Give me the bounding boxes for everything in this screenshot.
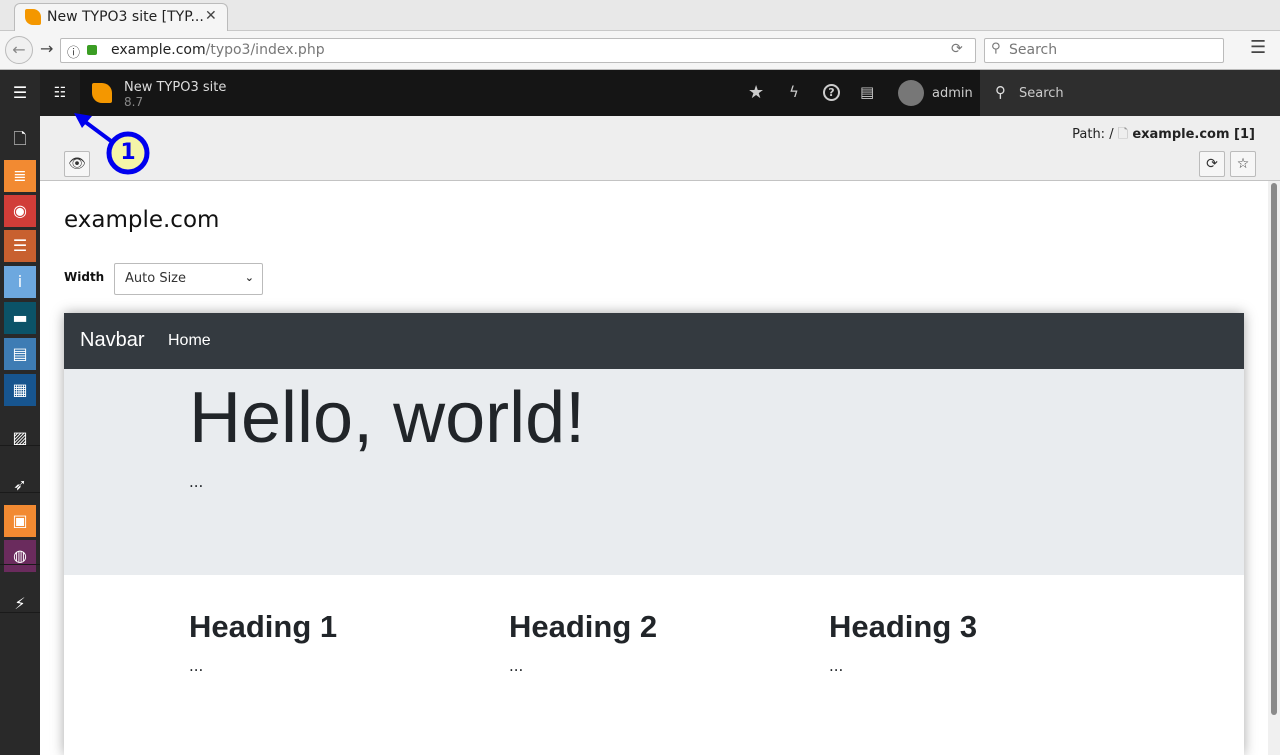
search-icon: ⚲ — [991, 41, 1001, 56]
page-preview-frame: Navbar Home Hello, world! ... Heading 1 … — [64, 313, 1244, 755]
browser-tab-bar: New TYPO3 site [TYP... ✕ — [0, 0, 1280, 32]
breadcrumb: Path: / 🗋 example.com [1] — [1072, 125, 1255, 147]
browser-tab[interactable]: New TYPO3 site [TYP... ✕ — [14, 3, 228, 32]
module-template-icon[interactable]: ▬ — [4, 302, 36, 334]
scrollbar[interactable] — [1268, 181, 1280, 755]
module-list-icon[interactable]: ☰ — [4, 230, 36, 262]
user-name[interactable]: admin — [932, 86, 973, 101]
scrollbar-thumb[interactable] — [1271, 183, 1277, 715]
search-label: Search — [1019, 86, 1064, 101]
page-icon: 🗋 — [1117, 127, 1129, 142]
module-group-divider — [0, 492, 40, 493]
module-sites-icon[interactable]: ◍ — [4, 540, 36, 572]
search-icon: ⚲ — [995, 83, 1006, 101]
module-web-list-icon[interactable]: ≣ — [4, 160, 36, 192]
module-sidebar: 🗋 ≣ ◉ ☰ i ▬ ▤ ▦ ▨ ➶ ▣ ◍ ⚡ — [0, 116, 40, 755]
column-heading: Heading 1 — [189, 609, 338, 644]
module-news-icon[interactable]: ▤ — [4, 338, 36, 370]
path-page: example.com [1] — [1132, 127, 1255, 142]
jumbotron: Hello, world! ... — [64, 369, 1244, 575]
info-icon[interactable]: ⓘ — [67, 42, 80, 61]
reload-icon[interactable]: ⟳ — [951, 41, 963, 57]
typo3-topbar: ☰ ☷ New TYPO3 site 8.7 ★ ϟ ? ▤ admin ⚲ S… — [0, 70, 1280, 116]
chevron-down-icon: ⌄ — [244, 271, 254, 284]
nav-home-link[interactable]: Home — [168, 332, 211, 350]
module-group-divider — [0, 564, 40, 565]
help-icon[interactable]: ? — [823, 84, 840, 101]
width-select-value: Auto Size — [125, 271, 187, 286]
column-text: ... — [829, 657, 844, 675]
typo3-logo-icon[interactable] — [92, 83, 112, 103]
bookmarks-star-icon[interactable]: ★ — [748, 82, 764, 103]
width-label: Width — [64, 270, 105, 284]
close-tab-icon[interactable]: ✕ — [205, 8, 217, 24]
module-extension-icon[interactable]: ▣ — [4, 505, 36, 537]
width-select[interactable]: Auto Size ⌄ — [114, 263, 263, 295]
preview-navbar: Navbar Home — [64, 313, 1244, 369]
site-name: New TYPO3 site — [124, 80, 227, 95]
address-bar[interactable]: ⓘ example.com/typo3/index.php ⟳ — [60, 38, 976, 63]
flush-cache-bolt-icon[interactable]: ϟ — [789, 83, 799, 101]
column-heading: Heading 3 — [829, 609, 978, 644]
typo3-version: 8.7 — [124, 95, 144, 109]
annotation-number: 1 — [120, 140, 136, 165]
tab-title: New TYPO3 site [TYP... — [47, 9, 204, 25]
search-placeholder: Search — [1009, 42, 1058, 58]
column-heading: Heading 2 — [509, 609, 658, 644]
navbar-brand[interactable]: Navbar — [80, 329, 144, 352]
browser-search-input[interactable]: ⚲ Search — [984, 38, 1224, 63]
module-layout-icon[interactable]: ▦ — [4, 374, 36, 406]
column-text: ... — [189, 657, 204, 675]
url-path: /typo3/index.php — [205, 42, 325, 58]
module-rocket-icon[interactable]: ➶ — [4, 469, 36, 501]
module-info-icon[interactable]: i — [4, 266, 36, 298]
browser-toolbar: ← → ⓘ example.com/typo3/index.php ⟳ ⚲ Se… — [0, 31, 1280, 70]
module-view-icon[interactable]: ◉ — [4, 195, 36, 227]
module-plugin-icon[interactable]: ⚡ — [4, 588, 36, 620]
module-group-divider — [0, 445, 40, 446]
module-group-divider — [0, 612, 40, 613]
reload-button[interactable]: ⟳ — [1199, 151, 1225, 177]
lock-icon — [87, 45, 97, 55]
bookmark-button[interactable]: ☆ — [1230, 151, 1256, 177]
url-host: example.com — [111, 42, 206, 58]
hero-text: ... — [189, 473, 204, 491]
back-button[interactable]: ← — [5, 36, 33, 64]
system-information-icon[interactable]: ▤ — [860, 83, 874, 101]
hero-title: Hello, world! — [189, 378, 586, 458]
topbar-search[interactable]: ⚲ Search — [980, 70, 1280, 116]
module-menu-toggle-icon[interactable]: ☰ — [0, 70, 40, 116]
page-title: example.com — [64, 207, 220, 233]
user-avatar[interactable] — [898, 80, 924, 106]
forward-button[interactable]: → — [40, 39, 53, 58]
module-filelist-icon[interactable]: ▨ — [4, 422, 36, 454]
column-text: ... — [509, 657, 524, 675]
path-label: Path: / — [1072, 127, 1114, 142]
typo3-favicon-icon — [25, 9, 41, 25]
module-page-icon[interactable]: 🗋 — [4, 123, 36, 155]
doc-header: 👁 Path: / 🗋 example.com [1] ⟳ ☆ — [40, 116, 1280, 181]
browser-menu-icon[interactable]: ☰ — [1250, 37, 1266, 58]
